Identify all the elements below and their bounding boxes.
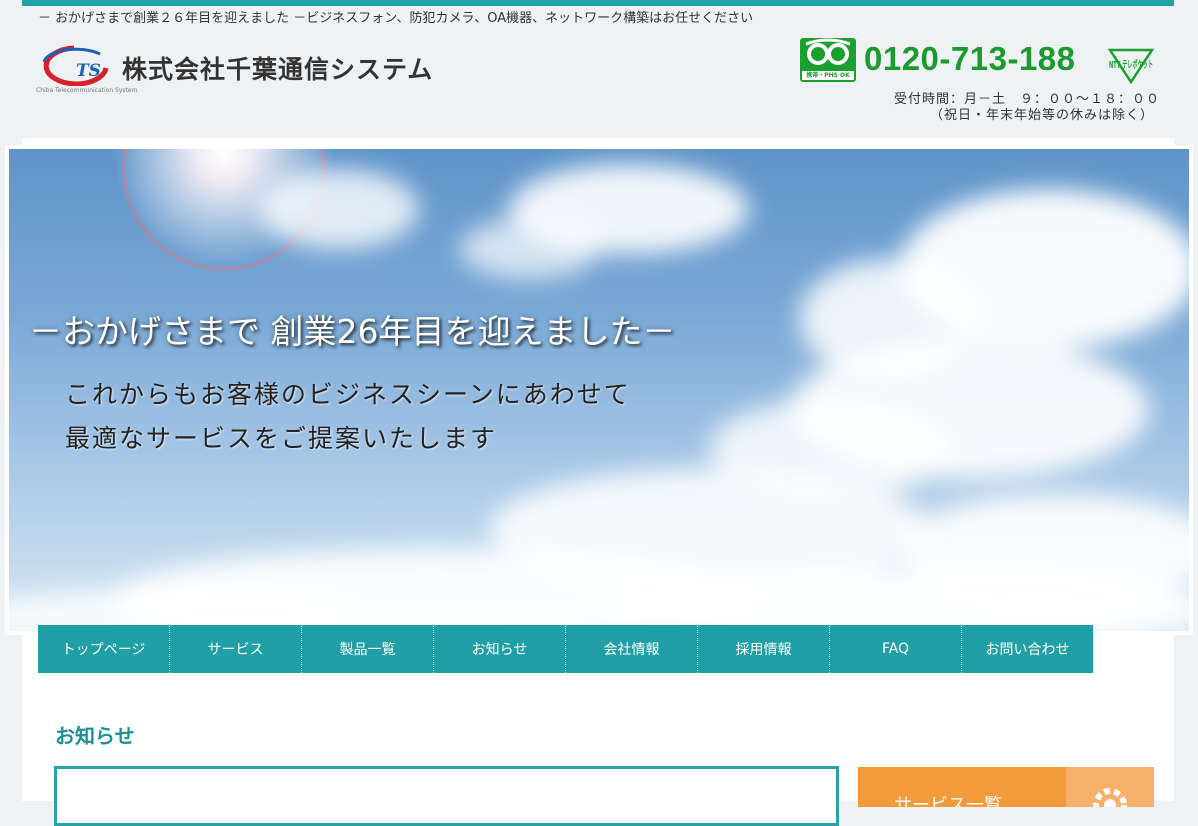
contact-phone: 携帯・PHS OK 0120-713-188 NTT テレポケット 受付時間：月… bbox=[800, 38, 1162, 128]
nav-item-faq[interactable]: FAQ bbox=[830, 625, 962, 673]
logo-mark-text: TS bbox=[76, 61, 101, 81]
gear-icon bbox=[1066, 767, 1154, 807]
nav-item-products[interactable]: 製品一覧 bbox=[302, 625, 434, 673]
service-list-banner[interactable]: サービス一覧 bbox=[858, 767, 1154, 807]
company-name: 株式会社千葉通信システム bbox=[122, 55, 434, 84]
hero-banner: －おかげさまで 創業26年目を迎えました－ これからもお客様のビジネスシーンにあ… bbox=[5, 145, 1193, 635]
hero-text-line-1: これからもお客様のビジネスシーンにあわせて bbox=[65, 380, 631, 409]
news-heading: お知らせ bbox=[55, 724, 135, 748]
nav-item-contact[interactable]: お問い合わせ bbox=[962, 625, 1093, 673]
site-tagline: － おかげさまで創業２６年目を迎えました －ビジネスフォン、防犯カメラ、OA機器… bbox=[38, 11, 754, 26]
service-list-label: サービス一覧 bbox=[894, 795, 1002, 807]
site-logo[interactable]: TS 株式会社千葉通信システム Chiba Telecommunication … bbox=[36, 38, 476, 100]
freedial-icon: 携帯・PHS OK bbox=[800, 38, 856, 82]
hero-heading: －おかげさまで 創業26年目を迎えました－ bbox=[29, 312, 676, 351]
ntt-label: NTT テレポケット bbox=[1109, 58, 1153, 71]
freedial-ok-label: 携帯・PHS OK bbox=[802, 71, 854, 80]
logo-mark-icon: TS bbox=[42, 45, 109, 86]
nav-item-recruit[interactable]: 採用情報 bbox=[698, 625, 830, 673]
nav-item-top[interactable]: トップページ bbox=[38, 625, 170, 673]
top-accent-bar bbox=[22, 0, 1174, 6]
ntt-telepocket-icon: NTT テレポケット bbox=[1107, 48, 1155, 84]
holiday-note: （祝日・年末年始等の休みは除く） bbox=[929, 108, 1154, 123]
global-nav: トップページ サービス 製品一覧 お知らせ 会社情報 採用情報 FAQ お問い合… bbox=[38, 625, 1093, 673]
nav-item-company[interactable]: 会社情報 bbox=[566, 625, 698, 673]
nav-item-service[interactable]: サービス bbox=[170, 625, 302, 673]
nav-item-news[interactable]: お知らせ bbox=[434, 625, 566, 673]
phone-number[interactable]: 0120-713-188 bbox=[864, 40, 1076, 78]
company-name-english: Chiba Telecommunication System bbox=[36, 87, 138, 94]
news-list-box bbox=[54, 766, 839, 826]
hero-text-line-2: 最適なサービスをご提案いたします bbox=[65, 424, 498, 453]
